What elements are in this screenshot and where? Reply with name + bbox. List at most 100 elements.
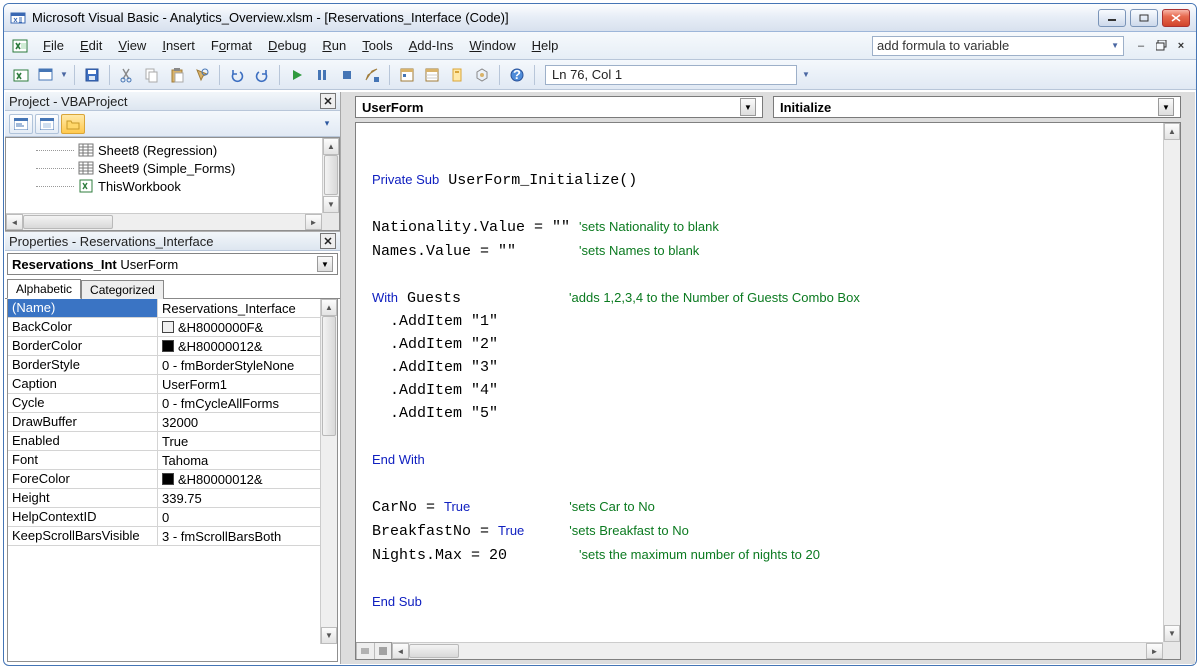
property-row[interactable]: BorderStyle0 - fmBorderStyleNone	[8, 356, 320, 375]
property-row[interactable]: Cycle 0 - fmCycleAllForms	[8, 394, 320, 413]
property-row[interactable]: (Name)Reservations_Interface	[8, 299, 320, 318]
chevron-down-icon[interactable]: ▼	[1158, 98, 1174, 116]
property-row[interactable]: EnabledTrue	[8, 432, 320, 451]
toggle-folders-icon[interactable]	[61, 114, 85, 134]
maximize-button[interactable]	[1130, 9, 1158, 27]
find-icon[interactable]	[191, 64, 213, 86]
property-name: Cycle	[8, 394, 158, 412]
property-value: 32000	[162, 415, 198, 430]
help-search-input[interactable]: add formula to variable▼	[872, 36, 1124, 56]
property-row[interactable]: CaptionUserForm1	[8, 375, 320, 394]
save-icon[interactable]	[81, 64, 103, 86]
toolbar-overflow[interactable]: ▼	[802, 70, 810, 79]
menu-tools[interactable]: Tools	[355, 35, 399, 56]
property-row[interactable]: BorderColor&H80000012&	[8, 337, 320, 356]
menu-file[interactable]: File	[36, 35, 71, 56]
mdi-client-area: UserForm▼ Initialize▼ Private Sub UserFo…	[341, 92, 1195, 664]
titlebar[interactable]: Microsoft Visual Basic - Analytics_Overv…	[4, 4, 1196, 32]
copy-icon[interactable]	[141, 64, 163, 86]
properties-pane-header[interactable]: Properties - Reservations_Interface ✕	[5, 232, 340, 251]
property-value: Reservations_Interface	[162, 301, 296, 316]
menu-view[interactable]: View	[111, 35, 153, 56]
menu-run[interactable]: Run	[315, 35, 353, 56]
menu-edit[interactable]: Edit	[73, 35, 109, 56]
properties-grid[interactable]: (Name)Reservations_InterfaceBackColor&H8…	[7, 299, 338, 662]
project-toolbar-overflow[interactable]: ▾	[320, 118, 334, 130]
excel-host-icon	[12, 38, 28, 54]
color-swatch	[162, 340, 174, 352]
menu-help[interactable]: Help	[525, 35, 566, 56]
design-mode-icon[interactable]	[361, 64, 383, 86]
window-title: Microsoft Visual Basic - Analytics_Overv…	[32, 10, 1098, 25]
property-value: 3 - fmScrollBarsBoth	[162, 529, 281, 544]
code-editor[interactable]: Private Sub UserForm_Initialize() Nation…	[355, 122, 1181, 660]
properties-object-selector[interactable]: Reservations_Int UserForm ▼	[7, 253, 338, 275]
project-tree-vscroll[interactable]: ▲ ▼	[322, 138, 339, 213]
code-vscroll[interactable]: ▲ ▼	[1163, 123, 1180, 642]
project-pane-close-button[interactable]: ✕	[320, 93, 336, 109]
project-explorer-icon[interactable]	[396, 64, 418, 86]
full-module-view-toggle[interactable]	[374, 643, 392, 659]
mdi-close-button[interactable]: ×	[1174, 39, 1188, 53]
color-swatch	[162, 321, 174, 333]
property-row[interactable]: DrawBuffer32000	[8, 413, 320, 432]
mdi-minimize-button[interactable]: –	[1134, 39, 1148, 53]
menu-format[interactable]: Format	[204, 35, 259, 56]
procedure-combo[interactable]: Initialize▼	[773, 96, 1181, 118]
object-combo[interactable]: UserForm▼	[355, 96, 763, 118]
property-value: 0 - fmBorderStyleNone	[162, 358, 294, 373]
project-pane-header[interactable]: Project - VBAProject ✕	[5, 92, 340, 111]
cursor-position: Ln 76, Col 1	[545, 65, 797, 85]
mdi-restore-button[interactable]	[1154, 39, 1168, 53]
tree-item[interactable]: Sheet8 (Regression)	[6, 141, 322, 159]
object-browser-icon[interactable]	[446, 64, 468, 86]
tree-item[interactable]: ThisWorkbook	[6, 177, 322, 195]
property-row[interactable]: HelpContextID0	[8, 508, 320, 527]
menu-insert[interactable]: Insert	[155, 35, 202, 56]
tab-alphabetic[interactable]: Alphabetic	[7, 279, 81, 299]
insert-dropdown[interactable]: ▼	[60, 70, 68, 79]
chevron-down-icon[interactable]: ▼	[317, 256, 333, 272]
property-row[interactable]: KeepScrollBarsVisible3 - fmScrollBarsBot…	[8, 527, 320, 546]
properties-pane-close-button[interactable]: ✕	[320, 233, 336, 249]
insert-userform-icon[interactable]	[35, 64, 57, 86]
cut-icon[interactable]	[116, 64, 138, 86]
property-row[interactable]: BackColor&H8000000F&	[8, 318, 320, 337]
redo-icon[interactable]	[251, 64, 273, 86]
close-button[interactable]	[1162, 9, 1190, 27]
tab-categorized[interactable]: Categorized	[81, 280, 164, 299]
property-row[interactable]: FontTahoma	[8, 451, 320, 470]
code-hscroll[interactable]: ◄ ►	[392, 642, 1163, 659]
properties-vscroll[interactable]: ▲ ▼	[320, 299, 337, 644]
view-code-icon[interactable]	[9, 114, 33, 134]
break-icon[interactable]	[311, 64, 333, 86]
minimize-button[interactable]	[1098, 9, 1126, 27]
tree-item[interactable]: Sheet9 (Simple_Forms)	[6, 159, 322, 177]
project-tree[interactable]: Sheet8 (Regression)Sheet9 (Simple_Forms)…	[5, 137, 340, 231]
property-value: 0	[162, 510, 169, 525]
view-object-icon[interactable]	[35, 114, 59, 134]
view-excel-icon[interactable]	[10, 64, 32, 86]
tree-item-label: ThisWorkbook	[98, 179, 181, 194]
help-icon[interactable]: ?	[506, 64, 528, 86]
property-value: UserForm1	[162, 377, 227, 392]
project-tree-hscroll[interactable]: ◄ ►	[6, 213, 322, 230]
paste-icon[interactable]	[166, 64, 188, 86]
menu-addins[interactable]: Add-Ins	[402, 35, 461, 56]
property-value: &H80000012&	[178, 472, 263, 487]
property-name: Font	[8, 451, 158, 469]
menubar: File Edit View Insert Format Debug Run T…	[4, 32, 1196, 60]
reset-icon[interactable]	[336, 64, 358, 86]
property-row[interactable]: ForeColor&H80000012&	[8, 470, 320, 489]
chevron-down-icon[interactable]: ▼	[740, 98, 756, 116]
properties-window-icon[interactable]	[421, 64, 443, 86]
menu-window[interactable]: Window	[462, 35, 522, 56]
property-value: &H80000012&	[178, 339, 263, 354]
run-icon[interactable]	[286, 64, 308, 86]
procedure-view-toggle[interactable]	[356, 643, 374, 659]
menu-debug[interactable]: Debug	[261, 35, 313, 56]
undo-icon[interactable]	[226, 64, 248, 86]
toolbox-icon[interactable]	[471, 64, 493, 86]
property-value: 0 - fmCycleAllForms	[162, 396, 279, 411]
property-row[interactable]: Height339.75	[8, 489, 320, 508]
